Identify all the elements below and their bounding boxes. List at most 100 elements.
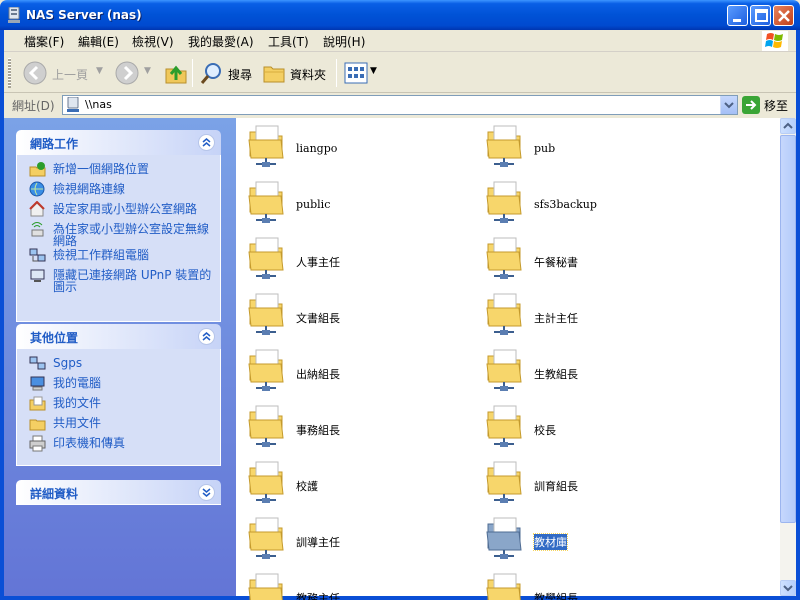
chevron-down-icon — [724, 102, 734, 109]
shared-folder-item[interactable]: 校長 — [478, 400, 708, 450]
shared-folder-item[interactable]: 事務組長 — [240, 400, 470, 450]
title-bar[interactable]: NAS Server (nas) — [0, 0, 800, 30]
maximize-button[interactable] — [750, 5, 771, 26]
shared-folder-icon — [248, 349, 284, 391]
shared-folder-item[interactable]: 訓導主任 — [240, 512, 470, 562]
shared-folder-item[interactable]: 人事主任 — [240, 232, 470, 282]
collapse-button[interactable] — [198, 328, 215, 345]
shared-folder-item[interactable]: 教學組長 — [478, 568, 708, 600]
folder-view[interactable]: liangpo pub public sfs3backup 人事主任 午餐秘書文書組長 主計… — [236, 118, 780, 600]
shared-folder-item[interactable]: sfs3backup — [478, 176, 708, 226]
task-setup-home-network[interactable]: 設定家用或小型辦公室網路 — [17, 201, 220, 221]
folder-name: 文書組長 — [296, 312, 340, 325]
menu-file[interactable]: 檔案(F) — [24, 33, 64, 50]
upnp-icon — [30, 269, 45, 282]
folder-name: 訓導主任 — [296, 536, 340, 549]
back-dropdown-icon[interactable]: ▼ — [96, 66, 103, 76]
folder-name: 出納組長 — [296, 368, 340, 381]
task-pane: 網路工作 新增一個網路位置 檢視網路連線 設定家用或小型辦公室網路 為住家或小型… — [4, 118, 236, 596]
place-shared-documents[interactable]: 共用文件 — [17, 415, 220, 435]
shared-folder-item[interactable]: public — [240, 176, 470, 226]
network-share-icon — [8, 7, 20, 23]
chevron-up-icon — [783, 122, 793, 129]
menu-tools[interactable]: 工具(T) — [268, 33, 309, 50]
back-button[interactable]: 上一頁 ▼ — [20, 58, 108, 88]
place-my-computer[interactable]: 我的電腦 — [17, 375, 220, 395]
search-button[interactable]: 搜尋 — [198, 58, 256, 88]
menu-view[interactable]: 檢視(V) — [132, 33, 174, 50]
task-view-workgroup-computers[interactable]: 檢視工作群組電腦 — [17, 247, 220, 267]
panel-header[interactable]: 詳細資料 — [16, 480, 221, 505]
collapse-button[interactable] — [198, 134, 215, 151]
close-icon — [778, 10, 790, 22]
windows-logo-icon — [762, 31, 788, 51]
my-documents-icon — [29, 396, 46, 411]
minimize-button[interactable] — [727, 5, 748, 26]
scroll-down-button[interactable] — [780, 580, 796, 596]
add-network-place-icon — [29, 162, 46, 177]
back-arrow-icon — [23, 61, 47, 85]
views-dropdown-icon[interactable]: ▼ — [370, 66, 377, 76]
shared-folder-item[interactable]: 訓育組長 — [478, 456, 708, 506]
shared-folder-item[interactable]: 午餐秘書 — [478, 232, 708, 282]
place-my-documents[interactable]: 我的文件 — [17, 395, 220, 415]
scroll-up-button[interactable] — [780, 118, 796, 134]
shared-folder-item[interactable]: 文書組長 — [240, 288, 470, 338]
chevron-up-icon — [202, 332, 211, 341]
task-setup-wireless-network[interactable]: 為住家或小型辦公室設定無線網路 — [17, 221, 220, 247]
up-folder-button[interactable] — [162, 58, 190, 88]
shared-folder-item[interactable]: 主計主任 — [478, 288, 708, 338]
task-add-network-place[interactable]: 新增一個網路位置 — [17, 161, 220, 181]
shared-folder-icon — [486, 237, 522, 279]
folder-name: 午餐秘書 — [534, 256, 578, 269]
menu-favorites[interactable]: 我的最愛(A) — [188, 33, 254, 50]
go-label: 移至 — [764, 99, 789, 113]
shared-documents-icon — [29, 419, 46, 431]
shared-folder-icon — [248, 293, 284, 335]
views-button[interactable]: ▼ — [342, 58, 380, 88]
scroll-thumb[interactable] — [780, 135, 796, 523]
shared-folder-icon — [486, 125, 522, 167]
shared-folder-item[interactable]: 教務主任 — [240, 568, 470, 600]
shared-folder-item[interactable]: 校護 — [240, 456, 470, 506]
panel-header[interactable]: 其他位置 — [16, 324, 221, 349]
folder-name: 主計主任 — [534, 312, 578, 325]
task-view-network-connections[interactable]: 檢視網路連線 — [17, 181, 220, 201]
shared-folder-icon — [486, 573, 521, 600]
toolbar-separator — [336, 59, 337, 87]
vertical-scrollbar[interactable] — [780, 118, 796, 596]
forward-button[interactable]: ▼ — [112, 58, 156, 88]
place-printers-and-faxes[interactable]: 印表機和傳真 — [17, 435, 220, 455]
menu-help[interactable]: 說明(H) — [323, 33, 365, 50]
menu-bar: 檔案(F) 編輯(E) 檢視(V) 我的最愛(A) 工具(T) 說明(H) — [4, 30, 796, 52]
toolbar-grip[interactable] — [8, 58, 11, 88]
folders-button[interactable]: 資料夾 — [260, 58, 332, 88]
network-connections-icon — [29, 181, 45, 197]
go-button[interactable]: 移至 — [742, 95, 796, 115]
folder-name: sfs3backup — [534, 198, 597, 211]
address-dropdown-button[interactable] — [720, 96, 737, 114]
close-button[interactable] — [773, 5, 794, 26]
panel-header[interactable]: 網路工作 — [16, 130, 221, 155]
place-sgps[interactable]: Sgps — [17, 355, 220, 375]
shared-folder-item[interactable]: pub — [478, 120, 708, 170]
go-arrow-icon — [742, 96, 760, 114]
minimize-icon — [733, 19, 741, 22]
menu-edit[interactable]: 編輯(E) — [78, 33, 119, 50]
address-field[interactable]: \\nas — [62, 95, 738, 115]
network-tasks-panel: 網路工作 新增一個網路位置 檢視網路連線 設定家用或小型辦公室網路 為住家或小型… — [16, 130, 221, 322]
shared-folder-item[interactable]: 教材庫 — [478, 512, 708, 562]
panel-title: 詳細資料 — [30, 487, 79, 501]
toolbar-separator — [192, 59, 193, 87]
wireless-network-icon — [31, 222, 44, 237]
shared-folder-item[interactable]: 生教組長 — [478, 344, 708, 394]
shared-folder-item[interactable]: liangpo — [240, 120, 470, 170]
shared-folder-item[interactable]: 出納組長 — [240, 344, 470, 394]
window-title: NAS Server (nas) — [26, 8, 142, 22]
forward-dropdown-icon[interactable]: ▼ — [144, 66, 151, 76]
shared-folder-icon — [248, 405, 284, 447]
task-hide-upnp-icons[interactable]: 隱藏已連接網路 UPnP 裝置的圖示 — [17, 267, 220, 293]
expand-button[interactable] — [198, 484, 215, 501]
panel-title: 網路工作 — [30, 137, 79, 151]
folder-name: 校護 — [296, 480, 318, 493]
